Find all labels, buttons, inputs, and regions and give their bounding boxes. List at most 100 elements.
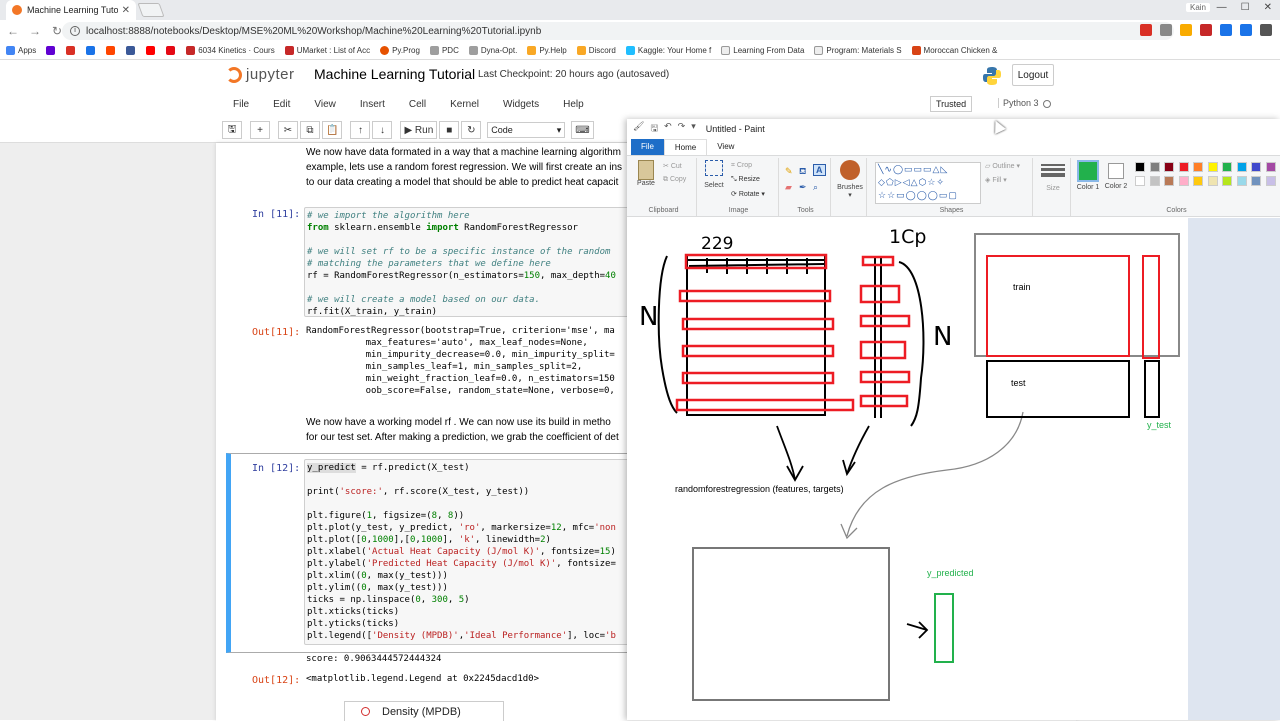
fill-button[interactable]: ◈ Fill ▾: [985, 176, 1007, 184]
resize-button[interactable]: ⤡ Resize: [731, 176, 760, 184]
palette-swatch[interactable]: [1236, 176, 1247, 186]
palette-swatch[interactable]: [1222, 176, 1232, 186]
paint-tab-file[interactable]: File: [631, 139, 664, 155]
move-up-icon[interactable]: ↑: [350, 121, 371, 139]
save-icon[interactable]: 🖫: [222, 121, 242, 139]
paste-button[interactable]: Paste: [633, 160, 659, 187]
close-tab-icon[interactable]: ✕: [122, 5, 130, 16]
palette-swatch[interactable]: [1207, 176, 1218, 186]
extension-gray-icon[interactable]: [1160, 24, 1172, 36]
markdown-cell-2[interactable]: We now have a working model rf . We can …: [306, 415, 619, 445]
extension-cast-icon[interactable]: [1240, 24, 1252, 36]
palette-swatch[interactable]: [1236, 162, 1247, 172]
menu-widgets[interactable]: Widgets: [503, 99, 539, 110]
bookmark-pyprog[interactable]: Py.Prog: [380, 46, 420, 55]
paint-tab-view[interactable]: View: [707, 139, 744, 155]
profile-name[interactable]: Kain: [1185, 3, 1210, 12]
palette-swatch[interactable]: [1149, 176, 1160, 186]
rotate-button[interactable]: ⟳ Rotate ▾: [731, 190, 765, 198]
trusted-indicator[interactable]: Trusted: [930, 96, 973, 112]
bookmark-umarket[interactable]: UMarket : List of Acc: [284, 46, 370, 55]
pencil-icon[interactable]: ✎: [785, 166, 793, 177]
redo-icon[interactable]: ↷: [678, 121, 686, 137]
outline-button[interactable]: ▱ Outline ▾: [985, 162, 1020, 170]
bookmark-pyhelp[interactable]: Py.Help: [527, 46, 567, 55]
extension-abp-icon[interactable]: [1200, 24, 1212, 36]
palette-swatch[interactable]: [1265, 176, 1276, 186]
palette-swatch[interactable]: [1178, 162, 1189, 172]
notebook-name[interactable]: Machine Learning Tutorial: [314, 66, 475, 82]
shapes-gallery[interactable]: ╲∿◯▭▭▭△◺ ◇⬠▷◁△⬡☆✧ ☆☆▭◯◯◯▭▢: [875, 162, 981, 204]
extension-blue-icon[interactable]: [1220, 24, 1232, 36]
palette-swatch[interactable]: [1193, 162, 1203, 172]
search-bookmark-icon[interactable]: [86, 46, 98, 55]
run-button[interactable]: ▶ Run: [400, 121, 438, 139]
bookmark-kaggle[interactable]: Kaggle: Your Home f: [625, 46, 711, 55]
bookmark-program-materials[interactable]: Program: Materials S: [814, 46, 902, 55]
bookmark-dynaopt[interactable]: Dyna-Opt.: [468, 46, 517, 55]
paint-save-icon[interactable]: 🖫: [650, 121, 658, 137]
copy-button[interactable]: ⧉ Copy: [663, 176, 686, 184]
menu-edit[interactable]: Edit: [273, 99, 290, 110]
menu-cell[interactable]: Cell: [409, 99, 426, 110]
text-tool-icon[interactable]: A: [813, 164, 826, 176]
menu-view[interactable]: View: [314, 99, 336, 110]
brushes-button[interactable]: Brushes ▾: [835, 160, 865, 199]
palette-swatch[interactable]: [1164, 176, 1174, 186]
palette-swatch[interactable]: [1135, 176, 1145, 186]
palette-swatch[interactable]: [1251, 162, 1261, 172]
address-bar[interactable]: i localhost:8888/notebooks/Desktop/MSE%2…: [62, 22, 1174, 40]
magnifier-icon[interactable]: ⌕: [813, 182, 818, 193]
extension-yellow-icon[interactable]: [1180, 24, 1192, 36]
menu-icon[interactable]: [1260, 24, 1272, 36]
interrupt-icon[interactable]: ■: [439, 121, 460, 139]
color1-button[interactable]: Color 1: [1075, 160, 1101, 191]
size-button[interactable]: Size: [1039, 162, 1067, 192]
palette-swatch[interactable]: [1251, 176, 1261, 186]
markdown-cell-1[interactable]: We now have data formated in a way that …: [306, 145, 622, 190]
back-icon[interactable]: ←: [4, 24, 22, 38]
bookmark-moroccan-chicken[interactable]: Moroccan Chicken &: [911, 46, 997, 55]
yahoo-icon[interactable]: [46, 46, 58, 55]
bookmark-learning-from-data[interactable]: Learning From Data: [721, 46, 804, 55]
facebook-icon[interactable]: [126, 46, 138, 55]
minimize-icon[interactable]: —: [1217, 2, 1227, 13]
palette-swatch[interactable]: [1135, 162, 1145, 172]
new-tab-button[interactable]: [137, 3, 165, 17]
browser-tab[interactable]: Machine Learning Tutori ✕: [6, 0, 136, 20]
insert-cell-icon[interactable]: +: [250, 121, 270, 139]
cell-type-select[interactable]: Code ▾: [487, 122, 566, 138]
move-down-icon[interactable]: ↓: [372, 121, 393, 139]
command-palette-icon[interactable]: ⌨: [571, 121, 594, 139]
palette-swatch[interactable]: [1207, 162, 1218, 172]
palette-swatch[interactable]: [1193, 176, 1203, 186]
palette-swatch[interactable]: [1164, 162, 1174, 172]
menu-file[interactable]: File: [233, 99, 249, 110]
extension-red-icon[interactable]: [1140, 24, 1152, 36]
netflix-icon[interactable]: [166, 46, 178, 55]
palette-swatch[interactable]: [1265, 162, 1276, 172]
gmail-icon[interactable]: [66, 46, 78, 55]
jupyter-logo[interactable]: jupyter: [226, 66, 295, 83]
paint-tab-home[interactable]: Home: [663, 139, 708, 155]
menu-help[interactable]: Help: [563, 99, 584, 110]
palette-swatch[interactable]: [1178, 176, 1189, 186]
paste-icon[interactable]: 📋: [322, 121, 343, 139]
select-button[interactable]: Select: [701, 160, 727, 189]
palette-swatch[interactable]: [1149, 162, 1160, 172]
paint-app-icon[interactable]: 🖌: [633, 121, 644, 137]
eraser-icon[interactable]: ▰: [785, 182, 792, 193]
color-picker-icon[interactable]: ✒: [799, 182, 807, 193]
apps-bookmark[interactable]: Apps: [6, 46, 36, 55]
cut-icon[interactable]: ✂: [278, 121, 298, 139]
maximize-icon[interactable]: ☐: [1241, 2, 1250, 13]
palette-swatch[interactable]: [1222, 162, 1232, 172]
bookmark-discord[interactable]: Discord: [576, 46, 616, 55]
bookmark-kinetics[interactable]: 6034 Kinetics · Cours: [186, 46, 275, 55]
paint-canvas[interactable]: 229 1Cp N N train test y_test randomfore…: [627, 218, 1188, 720]
info-icon[interactable]: i: [70, 26, 80, 36]
logout-button[interactable]: Logout: [1012, 64, 1054, 86]
forward-icon[interactable]: →: [26, 24, 44, 38]
customize-qa-icon[interactable]: ▾: [691, 121, 696, 137]
fill-bucket-icon[interactable]: ⛾: [799, 166, 806, 178]
